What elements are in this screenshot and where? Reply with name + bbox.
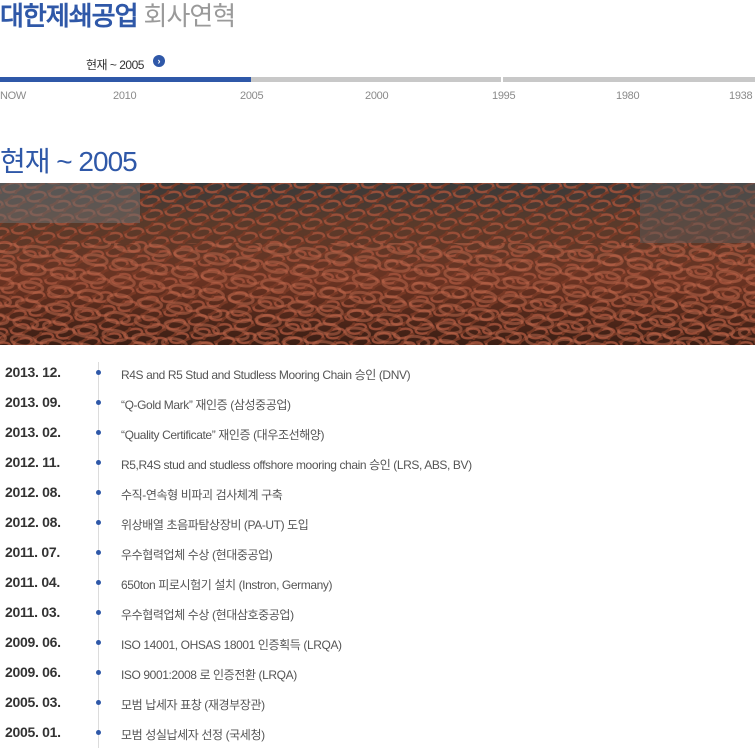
history-date: 2013. 12. [5,364,61,380]
history-date: 2012. 08. [5,484,61,500]
history-text: 모범 납세자 표창 (재경부장관) [121,698,265,712]
history-date: 2013. 09. [5,394,61,410]
era-heading: 현재 ~ 2005 [0,146,138,177]
history-text: ISO 9001:2008 로 인증전환 (LRQA) [121,668,297,682]
timeline-separator [501,77,503,82]
history-text: “Q-Gold Mark” 재인증 (삼성중공업) [121,398,291,412]
timeline-track [0,77,755,82]
list-item: 2013. 02. “Quality Certificate” 재인증 (대우조선… [0,415,755,445]
history-text: 모범 성실납세자 선정 (국세청) [121,728,265,742]
current-period-label: 현재 ~ 2005 [86,58,144,72]
history-text: 650ton 피로시험기 설치 (Instron, Germany) [121,578,333,592]
history-text: 위상배열 초음파탐상장비 (PA-UT) 도입 [121,518,309,532]
bullet-icon [96,670,101,675]
history-text: ISO 14001, OHSAS 18001 인증획득 (LRQA) [121,638,342,652]
history-text: R4S and R5 Stud and Studless Mooring Cha… [121,368,411,382]
history-date: 2011. 07. [5,544,60,560]
list-item: 2011. 07. 우수협력업체 수상 (현대중공업) [0,535,755,565]
year-2005-link[interactable]: 2005 [240,90,264,102]
history-date: 2009. 06. [5,664,61,680]
timeline-track-active [0,77,251,82]
list-item: 2005. 01. 모범 성실납세자 선정 (국세청) [0,715,755,745]
bullet-icon [96,730,101,735]
history-text: 우수협력업체 수상 (현대중공업) [121,548,273,562]
chain-banner-image [0,183,755,345]
list-item: 2012. 08. 수직-연속형 비파괴 검사체계 구축 [0,475,755,505]
history-date: 2013. 02. [5,424,61,440]
section-name: 회사연혁 [143,1,237,31]
history-date: 2011. 03. [5,604,60,620]
bullet-icon [96,520,101,525]
history-date: 2005. 03. [5,694,61,710]
year-1980-link[interactable]: 1980 [616,90,640,102]
bullet-icon [96,400,101,405]
year-1938-link[interactable]: 1938 [729,90,753,102]
history-text: “Quality Certificate” 재인증 (대우조선해양) [121,428,325,442]
history-date: 2005. 01. [5,724,61,740]
chevron-right-icon[interactable]: › [153,55,165,67]
bullet-icon [96,370,101,375]
history-text: 우수협력업체 수상 (현대삼호중공업) [121,608,294,622]
bullet-icon [96,490,101,495]
history-text: 수직-연속형 비파괴 검사체계 구축 [121,488,283,502]
bullet-icon [96,580,101,585]
list-item: 2009. 06. ISO 9001:2008 로 인증전환 (LRQA) [0,655,755,685]
history-date: 2011. 04. [5,574,60,590]
list-item: 2005. 03. 모범 납세자 표창 (재경부장관) [0,685,755,715]
bullet-icon [96,460,101,465]
history-date: 2009. 06. [5,634,61,650]
list-item: 2013. 09. “Q-Gold Mark” 재인증 (삼성중공업) [0,385,755,415]
bullet-icon [96,430,101,435]
company-name: 대한제쇄공업 [0,1,139,31]
history-date: 2012. 11. [5,454,60,470]
bullet-icon [96,610,101,615]
list-item: 2011. 03. 우수협력업체 수상 (현대삼호중공업) [0,595,755,625]
year-1995-link[interactable]: 1995 [492,90,516,102]
year-2010-link[interactable]: 2010 [113,90,137,102]
history-text: R5,R4S stud and studless offshore moorin… [121,458,472,472]
list-item: 2011. 04. 650ton 피로시험기 설치 (Instron, Germa… [0,565,755,595]
history-date: 2012. 08. [5,514,61,530]
timeline-nav: 현재 ~ 2005 › NOW 2010 2005 2000 1995 1980… [0,50,755,110]
history-list: 2013. 12. R4S and R5 Stud and Studless Mo… [0,355,755,745]
list-item: 2012. 11. R5,R4S stud and studless offsho… [0,445,755,475]
list-item: 2012. 08. 위상배열 초음파탐상장비 (PA-UT) 도입 [0,505,755,535]
bullet-icon [96,700,101,705]
list-item: 2009. 06. ISO 14001, OHSAS 18001 인증획득 (LR… [0,625,755,655]
page-title: 대한제쇄공업 회사연혁 [0,0,237,31]
list-item: 2013. 12. R4S and R5 Stud and Studless Mo… [0,355,755,385]
bullet-icon [96,550,101,555]
year-2000-link[interactable]: 2000 [365,90,389,102]
bullet-icon [96,640,101,645]
year-now-link[interactable]: NOW [0,90,26,102]
